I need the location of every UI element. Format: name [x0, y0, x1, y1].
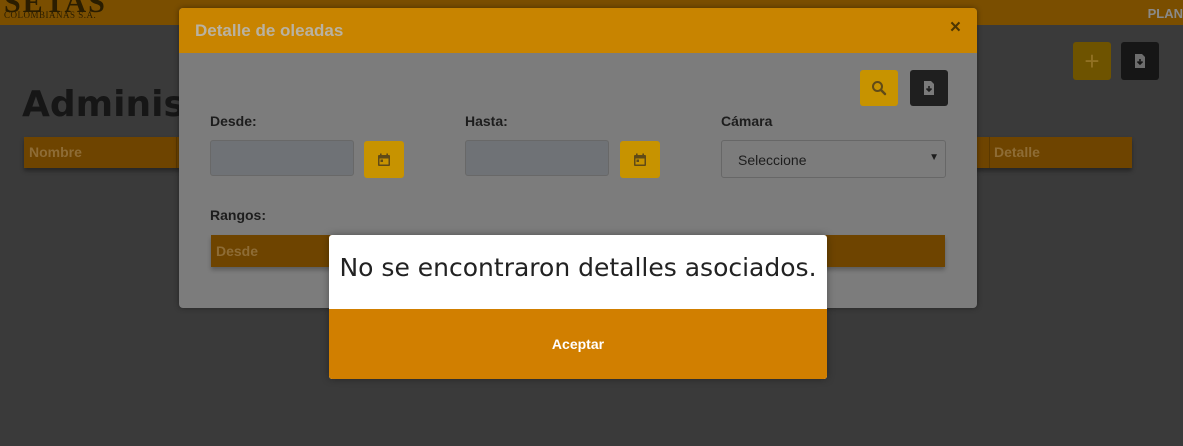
column-header-desde[interactable]: Desde: [216, 243, 258, 259]
download-button[interactable]: [1121, 42, 1159, 80]
download-icon: [1135, 54, 1145, 68]
column-header-nombre[interactable]: Nombre: [29, 144, 82, 160]
camara-selected-value: Seleccione: [738, 152, 807, 168]
desde-calendar-button[interactable]: [364, 141, 404, 178]
add-button[interactable]: +: [1073, 42, 1111, 80]
chevron-down-icon: ▼: [929, 152, 939, 163]
column-divider: [989, 137, 990, 168]
desde-date-input[interactable]: [210, 140, 354, 176]
camara-label: Cámara: [721, 113, 773, 129]
nav-link-plan[interactable]: PLAN: [1148, 6, 1183, 21]
modal-title: Detalle de oleadas: [195, 21, 344, 40]
calendar-icon: [634, 153, 646, 166]
export-button[interactable]: [910, 70, 948, 106]
column-header-detalle[interactable]: Detalle: [994, 144, 1040, 160]
close-icon[interactable]: ×: [950, 17, 961, 39]
search-icon: [872, 81, 887, 96]
column-divider: [176, 137, 177, 168]
accept-button[interactable]: Aceptar: [329, 309, 827, 379]
alert-message: No se encontraron detalles asociados.: [339, 253, 817, 282]
file-download-icon: [924, 81, 934, 95]
rangos-label: Rangos:: [210, 207, 266, 223]
calendar-icon: [378, 153, 390, 166]
hasta-label: Hasta:: [465, 113, 508, 129]
hasta-date-input[interactable]: [465, 140, 609, 176]
alert-dialog: No se encontraron detalles asociados. Ac…: [329, 235, 827, 379]
desde-label: Desde:: [210, 113, 257, 129]
hasta-calendar-button[interactable]: [620, 141, 660, 178]
logo-subtitle: COLOMBIANAS S.A.: [4, 10, 97, 20]
camara-select[interactable]: Seleccione ▼: [721, 140, 946, 178]
modal-header: Detalle de oleadas ×: [179, 8, 977, 53]
search-button[interactable]: [860, 70, 898, 106]
plus-icon: +: [1084, 45, 1100, 76]
